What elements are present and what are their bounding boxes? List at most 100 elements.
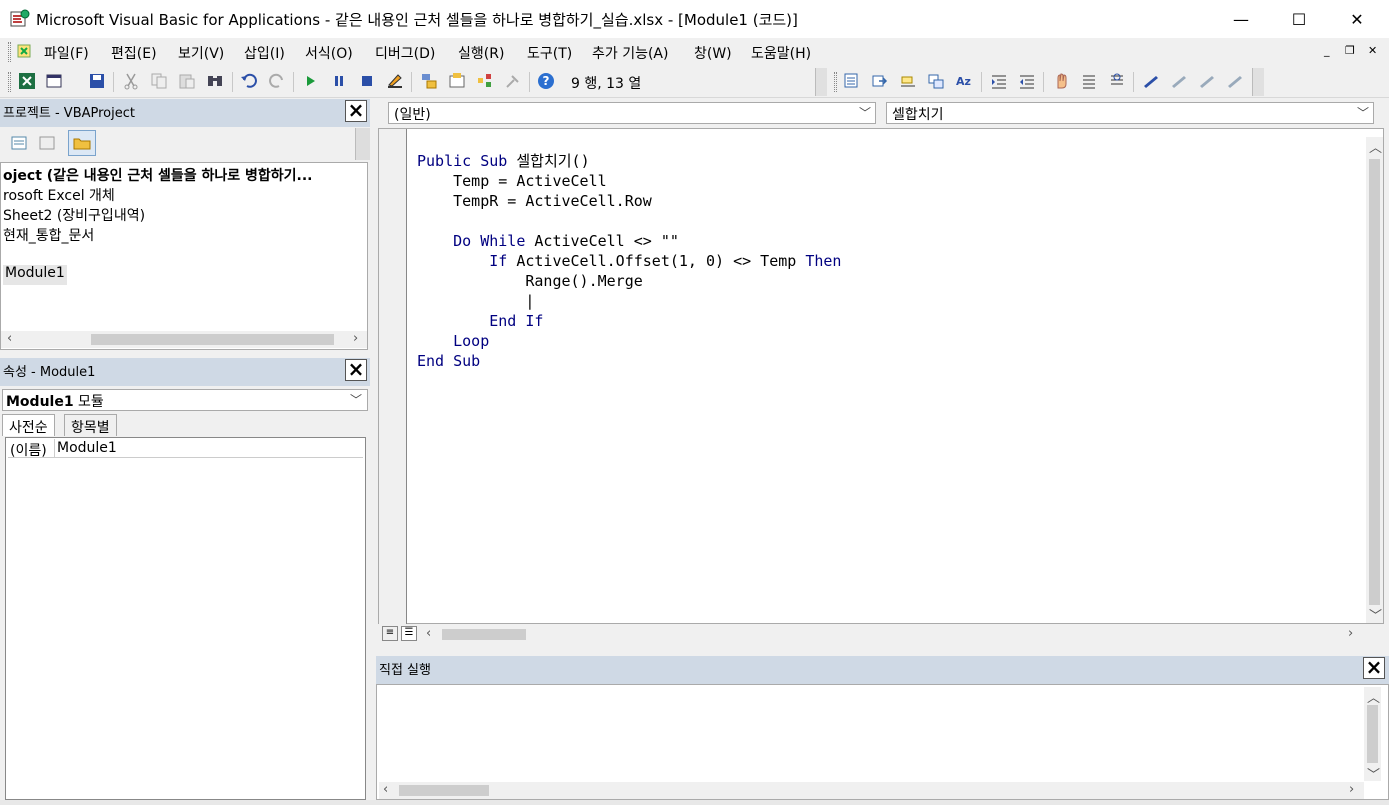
full-module-view-icon[interactable]: ☰ [401, 626, 417, 641]
scroll-left-icon[interactable]: ‹ [7, 331, 12, 346]
code-line[interactable]: TempR = ActiveCell.Row [417, 191, 841, 211]
tree-item-sheet2[interactable]: Sheet2 (장비구입내역) [3, 205, 145, 225]
menu-window[interactable]: 창(W) [694, 43, 732, 63]
indent-icon[interactable] [990, 72, 1008, 90]
code-line[interactable]: Public Sub 셀합치기() [417, 151, 841, 171]
scroll-thumb[interactable] [1369, 159, 1380, 605]
menu-run[interactable]: 실행(R) [458, 43, 504, 63]
copy-icon[interactable] [150, 72, 168, 90]
break-icon[interactable] [330, 72, 348, 90]
minimize-button[interactable]: — [1218, 0, 1264, 38]
mdi-minimize-button[interactable]: _ [1324, 44, 1330, 57]
object-combo[interactable]: (일반) ﹀ [388, 102, 876, 124]
menu-help[interactable]: 도움말(H) [751, 43, 811, 63]
edit-toolbar-options-dropdown[interactable] [1252, 68, 1264, 96]
excel-view-icon[interactable] [18, 72, 36, 90]
menu-debug[interactable]: 디버그(D) [375, 43, 435, 63]
save-icon[interactable] [88, 72, 106, 90]
previous-bookmark-icon[interactable] [1198, 72, 1216, 90]
comment-block-icon[interactable] [1080, 72, 1098, 90]
code-line[interactable]: End If [417, 311, 841, 331]
vba-menu-icon[interactable] [15, 42, 37, 62]
toggle-folders-button[interactable] [68, 130, 96, 156]
cut-icon[interactable] [122, 72, 140, 90]
menu-tools[interactable]: 도구(T) [527, 43, 572, 63]
code-line[interactable]: End Sub [417, 351, 841, 371]
code-line[interactable]: | [417, 291, 841, 311]
project-tree-hscrollbar[interactable]: ‹ › [1, 331, 367, 348]
code-hscrollbar[interactable]: ‹ › [422, 626, 1364, 643]
scroll-right-icon[interactable]: › [1349, 782, 1354, 797]
clear-bookmarks-icon[interactable] [1226, 72, 1244, 90]
mdi-close-button[interactable]: ✕ [1368, 44, 1377, 57]
menu-edit[interactable]: 편집(E) [111, 43, 157, 63]
tree-item-vbaproject[interactable]: oject (같은 내용인 근처 셀들을 하나로 병합하기... [3, 165, 312, 185]
maximize-button[interactable]: ☐ [1276, 0, 1322, 38]
immediate-window[interactable]: ︿ ﹀ ‹ › [376, 684, 1389, 800]
toolbox-icon[interactable] [504, 72, 522, 90]
run-icon[interactable] [302, 72, 320, 90]
immediate-hscrollbar[interactable]: ‹ › [379, 782, 1364, 799]
immediate-vscrollbar[interactable]: ︿ ﹀ [1364, 687, 1381, 783]
menu-addins[interactable]: 추가 기능(A) [592, 43, 668, 63]
tree-item-excel-objects[interactable]: rosoft Excel 개체 [3, 185, 115, 205]
toggle-breakpoint-icon[interactable] [1052, 72, 1070, 90]
procedure-view-icon[interactable]: ≡ [382, 626, 398, 641]
tree-item-module1[interactable]: Module1 [3, 265, 67, 285]
scroll-down-icon[interactable]: ﹀ [1369, 605, 1382, 624]
scroll-thumb[interactable] [399, 785, 489, 796]
toolbar-grip[interactable] [8, 72, 11, 92]
menu-grip[interactable] [8, 42, 11, 62]
procedure-combo[interactable]: 셀합치기 ﹀ [886, 102, 1374, 124]
code-line[interactable]: Temp = ActiveCell [417, 171, 841, 191]
scroll-right-icon[interactable]: › [1348, 626, 1353, 641]
close-button[interactable]: ✕ [1334, 0, 1380, 38]
paste-icon[interactable] [178, 72, 196, 90]
object-browser-icon[interactable] [476, 72, 494, 90]
scroll-thumb[interactable] [91, 334, 334, 345]
menu-format[interactable]: 서식(O) [305, 43, 353, 63]
design-mode-icon[interactable] [386, 72, 404, 90]
code-line[interactable]: Do While ActiveCell <> "" [417, 231, 841, 251]
next-bookmark-icon[interactable] [1170, 72, 1188, 90]
code-vscrollbar[interactable]: ︿ ﹀ [1366, 137, 1383, 624]
tree-item-thisworkbook[interactable]: 현재_통합_문서 [3, 225, 94, 245]
toggle-bookmark-icon[interactable] [1142, 72, 1160, 90]
property-value[interactable]: Module1 [57, 440, 117, 456]
scroll-down-icon[interactable]: ﹀ [1367, 764, 1380, 783]
code-editor[interactable]: Public Sub 셀합치기() Temp = ActiveCell Temp… [378, 128, 1384, 625]
parameter-info-icon[interactable] [927, 72, 945, 90]
property-row-name[interactable]: (이름) Module1 [8, 439, 363, 459]
project-toolbar-dropdown[interactable] [355, 128, 370, 160]
toolbar-options-dropdown[interactable] [815, 68, 827, 96]
code-text[interactable]: Public Sub 셀합치기() Temp = ActiveCell Temp… [417, 151, 841, 371]
undo-icon[interactable] [240, 72, 258, 90]
view-code-icon[interactable] [10, 134, 28, 152]
uncomment-block-icon[interactable] [1108, 72, 1126, 90]
project-panel-close-icon[interactable]: × [345, 100, 367, 122]
find-icon[interactable] [206, 72, 224, 90]
scroll-left-icon[interactable]: ‹ [426, 626, 431, 641]
menu-insert[interactable]: 삽입(I) [244, 43, 285, 63]
scroll-thumb[interactable] [442, 629, 526, 640]
scroll-up-icon[interactable]: ︿ [1369, 137, 1382, 156]
list-properties-icon[interactable] [843, 72, 861, 90]
redo-icon[interactable] [268, 72, 286, 90]
project-explorer-icon[interactable] [420, 72, 438, 90]
menu-view[interactable]: 보기(V) [178, 43, 224, 63]
tab-alphabetic[interactable]: 사전순 [2, 414, 55, 436]
code-line[interactable]: If ActiveCell.Offset(1, 0) <> Temp Then [417, 251, 841, 271]
mdi-restore-button[interactable]: ❐ [1345, 44, 1355, 57]
properties-panel-close-icon[interactable]: × [345, 359, 367, 381]
reset-icon[interactable] [358, 72, 376, 90]
help-icon[interactable]: ? [537, 72, 555, 90]
indicator-margin[interactable] [379, 129, 407, 625]
immediate-panel-close-icon[interactable]: × [1363, 657, 1385, 679]
properties-window-icon[interactable] [448, 72, 466, 90]
list-constants-icon[interactable] [871, 72, 889, 90]
scroll-thumb[interactable] [1367, 705, 1378, 763]
view-object-icon[interactable] [38, 134, 56, 152]
code-line[interactable] [417, 211, 841, 231]
code-line[interactable]: Loop [417, 331, 841, 351]
scroll-up-icon[interactable]: ︿ [1367, 687, 1380, 706]
